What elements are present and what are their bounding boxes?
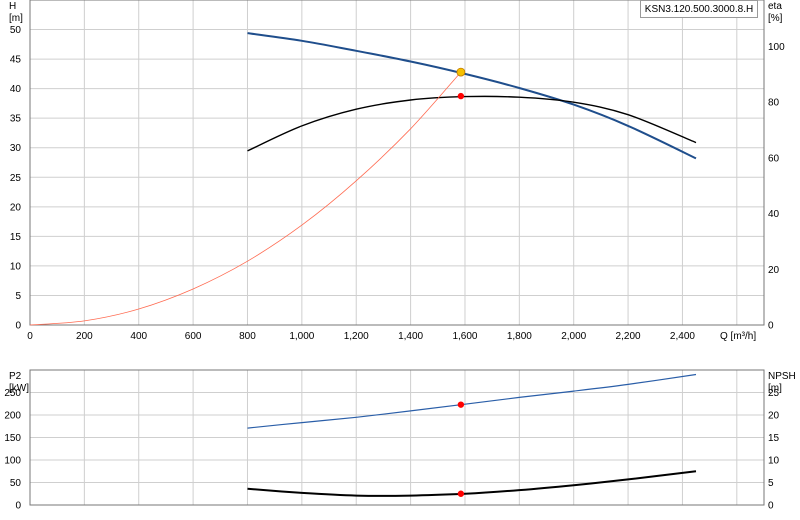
y-tick-label: 150 [4,433,21,444]
x-tick-label: 0 [27,331,33,342]
y-tick-label: 200 [4,411,21,422]
y-tick-label: 5 [15,291,21,302]
model-label: KSN3.120.500.3000.8.H [640,0,758,18]
y-tick-label: 45 [10,55,22,66]
y-tick-label: 35 [10,114,22,125]
y2-tick-label: 0 [768,321,774,332]
x-tick-label: 1,400 [398,331,423,342]
x-tick-label: 2,200 [616,331,641,342]
y-axis-unit: [kW] [9,383,29,394]
x-tick-label: 800 [239,331,256,342]
y2-tick-label: 20 [768,411,780,422]
y2-tick-label: 10 [768,456,780,467]
y2-tick-label: 80 [768,98,780,109]
x-axis-label: Q [m³/h] [720,331,756,342]
x-tick-label: 400 [130,331,147,342]
pump-performance-chart: 05101520253035404550020406080100H[m]eta[… [4,0,796,512]
y2-axis-label: NPSH [768,371,796,382]
x-tick-label: 2,000 [561,331,586,342]
duty-point-h [456,67,466,77]
y-tick-label: 0 [15,321,21,332]
y-tick-label: 15 [10,232,22,243]
y2-tick-label: 60 [768,153,780,164]
y-tick-label: 10 [10,261,22,272]
y-tick-label: 40 [10,84,22,95]
y-tick-label: 50 [10,478,22,489]
duty-point-eta [457,92,465,100]
x-tick-label: 200 [76,331,93,342]
y-tick-label: 0 [15,501,21,512]
x-tick-label: 2,400 [670,331,695,342]
y2-tick-label: 20 [768,265,780,276]
y-tick-label: 100 [4,456,21,467]
y2-tick-label: 15 [768,433,780,444]
y2-axis-unit: [m] [768,383,782,394]
y-axis-unit: [m] [9,13,23,24]
y2-tick-label: 5 [768,478,774,489]
y-tick-label: 20 [10,202,22,213]
y-axis-label: H [9,1,16,12]
y-tick-label: 50 [10,25,22,36]
y-tick-label: 25 [10,173,22,184]
y2-tick-label: 0 [768,501,774,512]
x-tick-label: 1,200 [344,331,369,342]
x-tick-label: 1,000 [289,331,314,342]
y-axis-label: P2 [9,371,22,382]
y2-tick-label: 40 [768,209,780,220]
duty-point-npsh [457,490,465,497]
y-tick-label: 30 [10,143,22,154]
x-tick-label: 600 [185,331,202,342]
y2-tick-label: 100 [768,42,785,53]
y2-axis-label: eta [768,1,782,12]
top-plot-area [30,0,764,325]
duty-point-p2 [457,401,465,408]
x-tick-label: 1,600 [452,331,477,342]
x-tick-label: 1,800 [507,331,532,342]
y2-axis-unit: [%] [768,13,783,24]
